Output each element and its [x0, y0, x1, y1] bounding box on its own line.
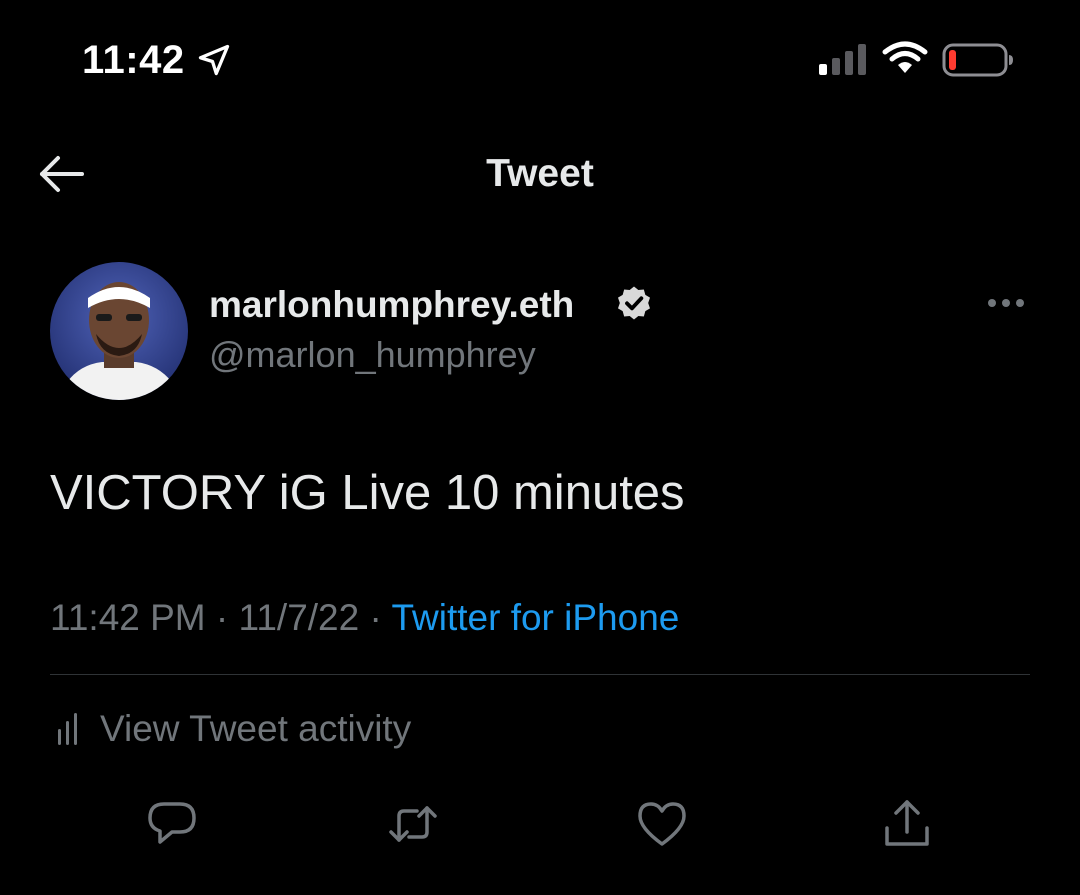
status-time: 11:42 — [82, 38, 185, 82]
divider — [50, 674, 1030, 675]
retweet-icon — [389, 806, 437, 842]
user-handle: @marlon_humphrey — [209, 334, 536, 375]
share-button[interactable] — [877, 794, 937, 854]
view-tweet-activity-button[interactable]: View Tweet activity — [50, 704, 411, 754]
verified-icon — [618, 286, 650, 320]
share-icon — [885, 800, 929, 846]
battery-icon — [942, 43, 1013, 77]
more-options-button[interactable] — [982, 288, 1030, 318]
tweet-source-link[interactable]: Twitter for iPhone — [391, 597, 679, 638]
retweet-button[interactable] — [383, 794, 443, 854]
bar-chart-icon — [58, 713, 77, 745]
meta-separator: · — [369, 597, 382, 638]
view-tweet-activity-label: View Tweet activity — [100, 708, 412, 749]
wifi-icon — [882, 41, 928, 73]
tweet-time: 11:42 PM — [50, 597, 206, 638]
reply-icon — [148, 802, 196, 844]
meta-separator: · — [215, 597, 229, 638]
signal-icon — [819, 44, 866, 75]
tweet-date: 11/7/22 — [238, 597, 360, 638]
tweet-text: VICTORY iG Live 10 minutes — [50, 466, 685, 520]
display-name[interactable]: marlonhumphrey.eth — [209, 282, 574, 328]
reply-button[interactable] — [142, 794, 202, 854]
avatar[interactable] — [50, 262, 188, 400]
like-button[interactable] — [632, 794, 692, 854]
tweet-meta: 11:42 PM · 11/7/22 · Twitter for iPhone — [50, 596, 679, 640]
page-title: Tweet — [486, 152, 594, 195]
heart-icon — [638, 802, 686, 846]
location-arrow-icon — [198, 44, 230, 76]
more-horizontal-icon — [988, 299, 1024, 307]
